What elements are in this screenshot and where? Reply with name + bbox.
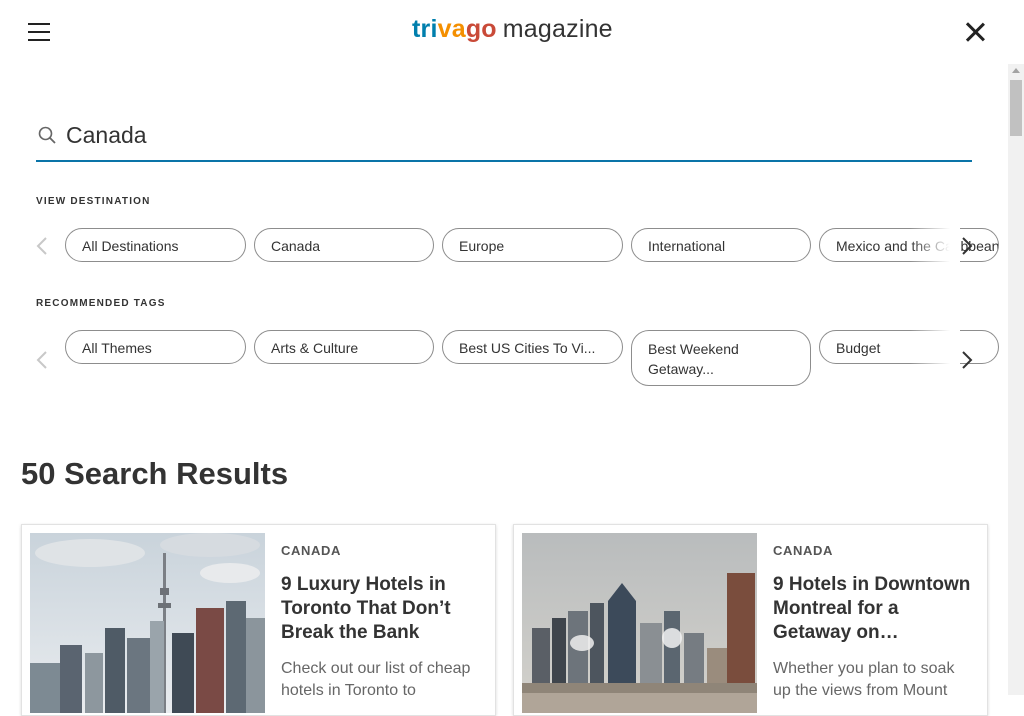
toronto-skyline-image bbox=[30, 533, 265, 713]
recommended-tags-label: RECOMMENDED TAGS bbox=[36, 298, 166, 309]
chevron-right-icon[interactable] bbox=[960, 236, 974, 256]
view-destination-label: VIEW DESTINATION bbox=[36, 196, 151, 207]
destination-chip-all[interactable]: All Destinations bbox=[65, 228, 246, 262]
scrollbar-thumb[interactable] bbox=[1010, 80, 1022, 136]
article-card-body: CANADA 9 Hotels in Downtown Montreal for… bbox=[773, 543, 973, 702]
results-count-heading: 50 Search Results bbox=[21, 456, 289, 491]
tag-chip-row: All Themes Arts & Culture Best US Cities… bbox=[30, 330, 999, 390]
close-icon[interactable] bbox=[964, 20, 988, 44]
chip-fade-overlay bbox=[910, 330, 960, 370]
article-card-toronto[interactable]: CANADA 9 Luxury Hotels in Toronto That D… bbox=[21, 524, 496, 716]
hamburger-menu-icon[interactable] bbox=[28, 22, 50, 42]
top-bar: trivago magazine bbox=[0, 0, 1024, 64]
chevron-right-icon[interactable] bbox=[960, 350, 974, 370]
search-input[interactable] bbox=[66, 120, 946, 150]
montreal-skyline-image bbox=[522, 533, 757, 713]
chevron-left-icon[interactable] bbox=[35, 236, 49, 256]
article-category: CANADA bbox=[281, 543, 341, 558]
article-category: CANADA bbox=[773, 543, 833, 558]
chevron-left-icon[interactable] bbox=[35, 350, 49, 370]
trivago-magazine-logo[interactable]: trivago magazine bbox=[412, 15, 613, 44]
article-card-body: CANADA 9 Luxury Hotels in Toronto That D… bbox=[281, 543, 481, 702]
chip-fade-overlay bbox=[910, 228, 960, 268]
tag-chip-all-themes[interactable]: All Themes bbox=[65, 330, 246, 364]
tag-chip-best-weekend-getaway[interactable]: Best Weekend Getaway... bbox=[631, 330, 811, 386]
scroll-up-arrow-icon[interactable] bbox=[1012, 68, 1020, 73]
article-card-montreal[interactable]: CANADA 9 Hotels in Downtown Montreal for… bbox=[513, 524, 988, 716]
article-excerpt: Check out our list of cheap hotels in To… bbox=[281, 660, 471, 699]
destination-chip-canada[interactable]: Canada bbox=[254, 228, 434, 262]
tag-chip-best-us-cities[interactable]: Best US Cities To Vi... bbox=[442, 330, 623, 364]
search-icon bbox=[38, 126, 56, 144]
destination-chip-row: All Destinations Canada Europe Internati… bbox=[30, 228, 999, 268]
destination-chip-europe[interactable]: Europe bbox=[442, 228, 623, 262]
tag-chip-arts-culture[interactable]: Arts & Culture bbox=[254, 330, 434, 364]
article-excerpt: Whether you plan to soak up the views fr… bbox=[773, 660, 955, 699]
article-title[interactable]: 9 Hotels in Downtown Montreal for a Geta… bbox=[773, 573, 973, 645]
page-scrollbar[interactable] bbox=[1008, 64, 1024, 695]
article-title[interactable]: 9 Luxury Hotels in Toronto That Don’t Br… bbox=[281, 573, 481, 645]
destination-chip-international[interactable]: International bbox=[631, 228, 811, 262]
search-bar bbox=[36, 110, 972, 162]
